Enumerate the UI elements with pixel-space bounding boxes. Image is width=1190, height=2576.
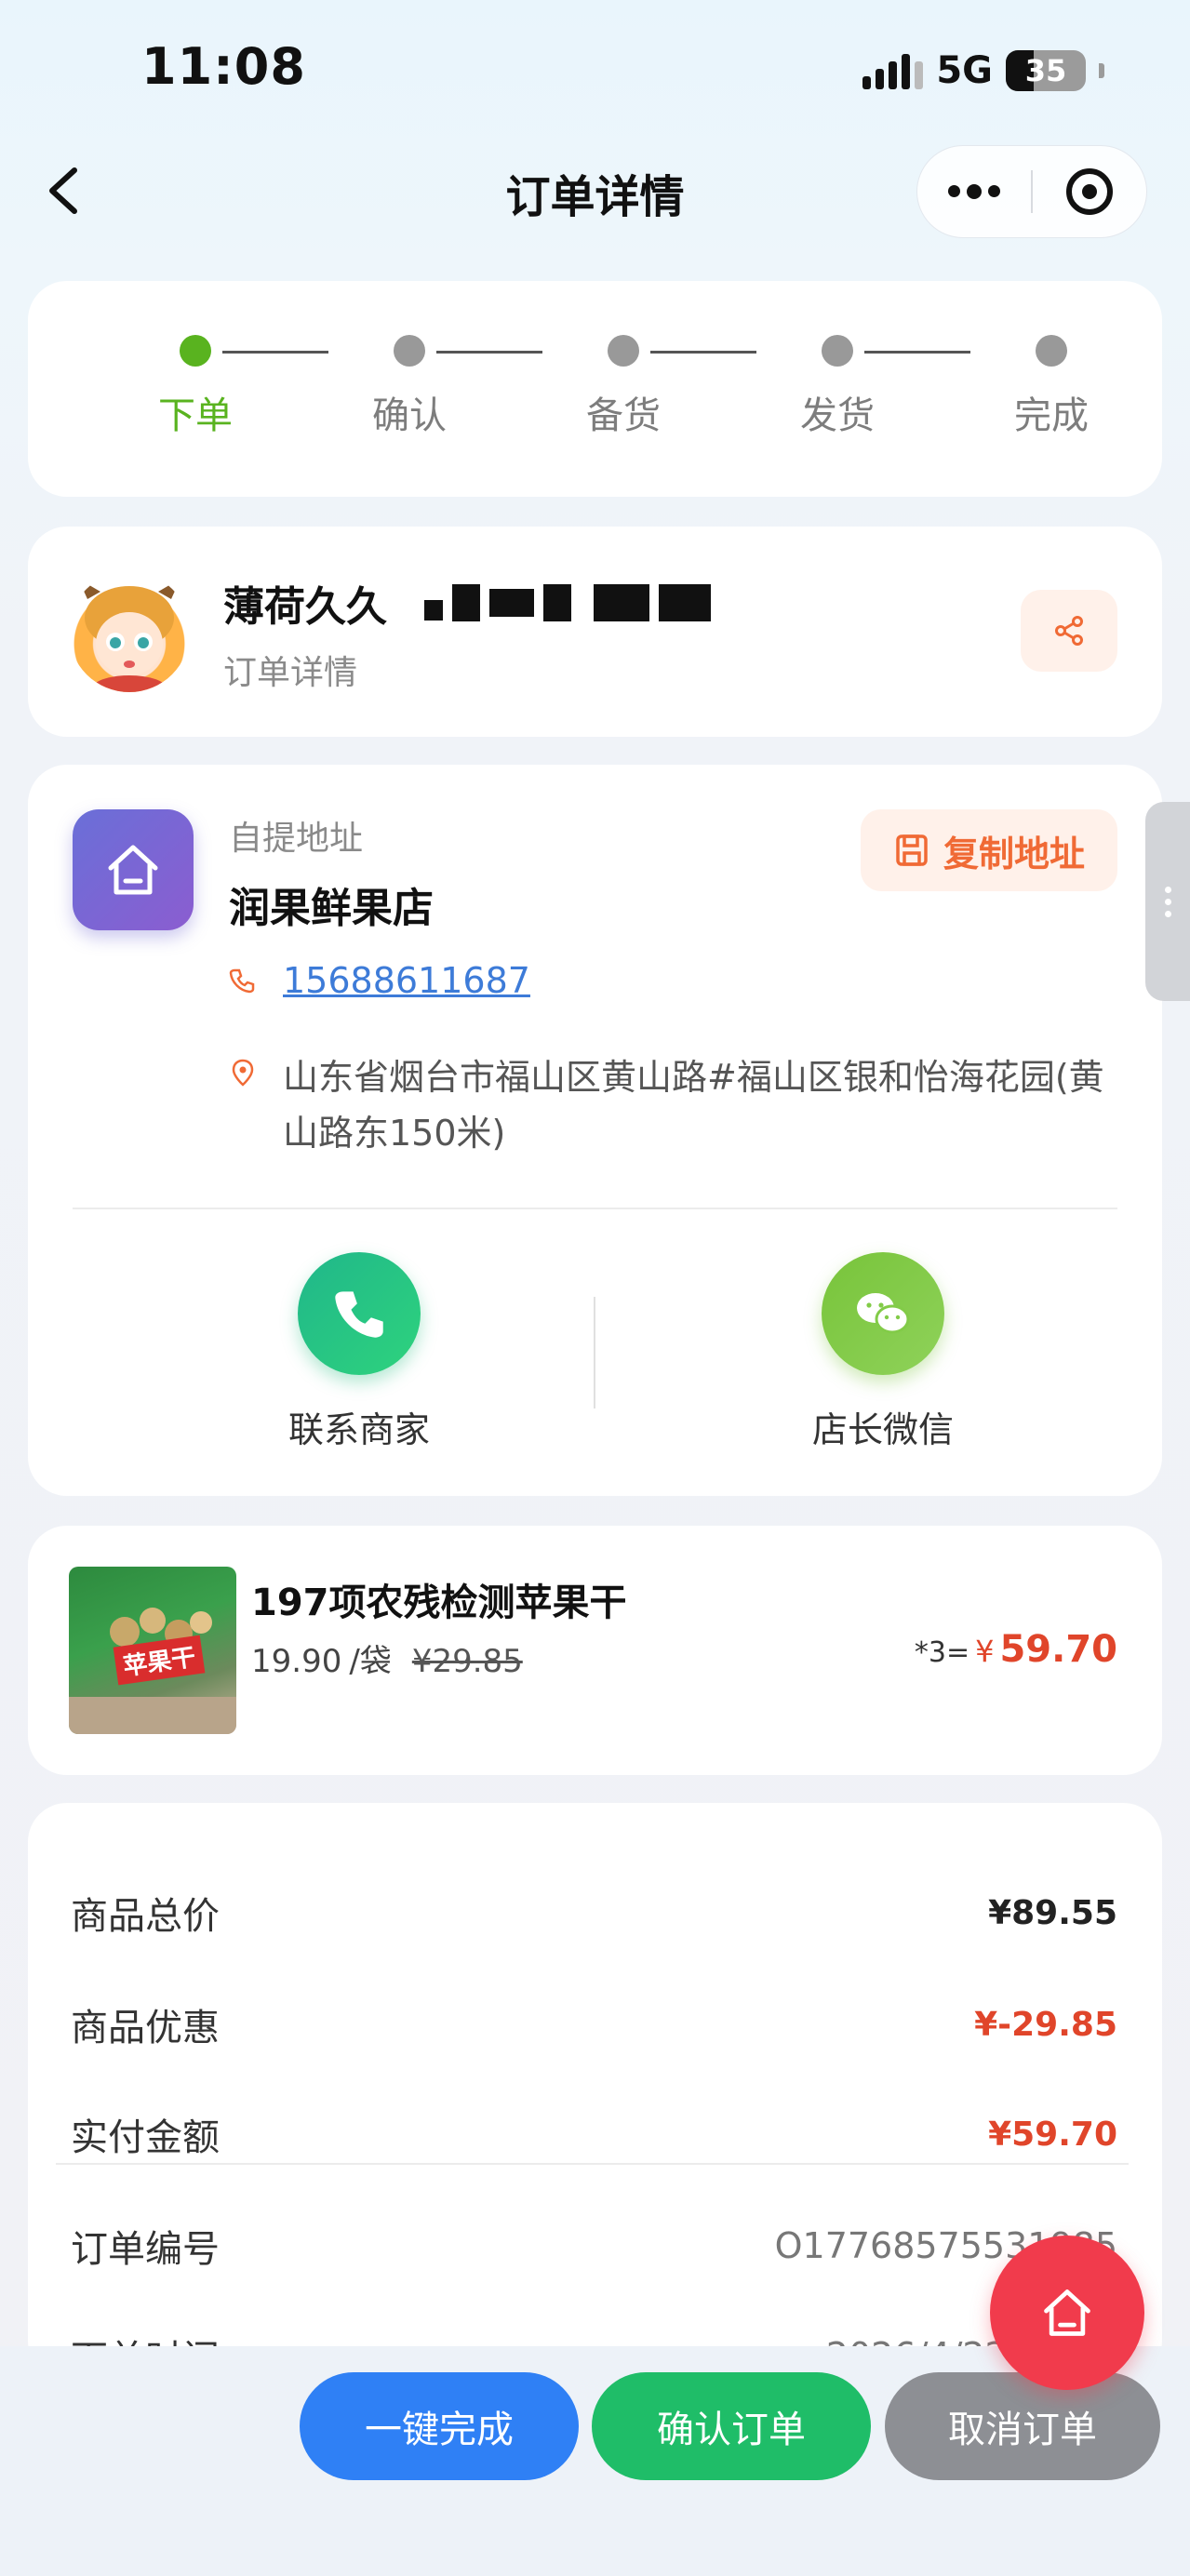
discount-row: 商品优惠 ¥-29.85 (71, 1996, 1117, 2052)
step-label: 发货 (800, 394, 875, 437)
order-progress-card: 下单 确认 备货 发货 完成 (28, 281, 1162, 497)
step-confirm: 确认 (354, 335, 465, 439)
order-progress: 下单 确认 备货 发货 完成 (28, 335, 1162, 456)
product-name: 197项农残检测苹果干 (251, 1582, 627, 1624)
avatar-illustration (78, 579, 181, 692)
step-order: 下单 (140, 335, 251, 439)
divider (73, 1208, 1117, 1209)
currency-symbol: ¥ (975, 1634, 995, 1669)
battery-cap (1099, 63, 1104, 78)
step-label: 备货 (586, 394, 661, 437)
step-dot (822, 335, 853, 367)
status-indicators: 5G 35 (862, 45, 1104, 97)
signal-icon (862, 52, 924, 89)
owner-wechat-circle (822, 1252, 944, 1375)
contact-merchant-button[interactable]: 联系商家 (220, 1252, 499, 1452)
user-name: 薄荷久久 (223, 583, 387, 631)
home-fab-button[interactable] (990, 2236, 1144, 2390)
product-card: 苹果干 197项农残检测苹果干 19.90 /袋 ¥29.85 *3= ¥ 59… (28, 1526, 1162, 1775)
home-icon (108, 845, 158, 895)
pickup-address-text: 山东省烟台市福山区黄山路#福山区银和怡海花园(黄山路东150米) (283, 1057, 1104, 1154)
original-price: ¥29.85 (411, 1643, 523, 1680)
battery-percent: 35 (1024, 53, 1067, 88)
mini-program-capsule (916, 145, 1147, 238)
step-dot (1036, 335, 1067, 367)
step-label: 下单 (158, 394, 233, 437)
target-icon (1066, 168, 1113, 215)
contact-merchant-label: 联系商家 (287, 1409, 430, 1450)
one-click-complete-button[interactable]: 一键完成 (300, 2372, 579, 2480)
phone-icon (229, 968, 255, 994)
location-pin-icon (232, 1059, 254, 1087)
store-name: 润果鲜果店 (229, 885, 434, 932)
confirm-order-button[interactable]: 确认订单 (592, 2372, 871, 2480)
owner-wechat-label: 店长微信 (811, 1409, 954, 1450)
more-button[interactable] (917, 146, 1031, 237)
order-no-label: 订单编号 (71, 2228, 220, 2271)
paid-row: 实付金额 ¥59.70 (71, 2106, 1117, 2162)
step-ship: 发货 (782, 335, 893, 439)
goods-total-label: 商品总价 (71, 1895, 220, 1938)
goods-total-value: ¥89.55 (988, 1893, 1117, 1932)
contact-separator (594, 1297, 595, 1408)
product-price: 19.90 /袋 ¥29.85 (251, 1635, 523, 1681)
divider (56, 2163, 1129, 2165)
avatar (69, 571, 190, 692)
discount-value: ¥-29.85 (974, 2005, 1117, 2044)
line-total: 59.70 (999, 1628, 1117, 1671)
phone-link[interactable]: 15688611687 (283, 960, 530, 1001)
quantity-multiplier: *3= (914, 1636, 970, 1669)
home-icon (1044, 2289, 1090, 2336)
store-icon (73, 809, 194, 930)
paid-value: ¥59.70 (988, 2115, 1117, 2154)
pickup-address-label: 自提地址 (229, 820, 364, 858)
contact-merchant-circle (298, 1252, 421, 1375)
side-drawer-handle[interactable] (1145, 802, 1190, 1001)
discount-label: 商品优惠 (71, 2007, 220, 2049)
unit-price: 19.90 (251, 1643, 342, 1680)
step-dot (394, 335, 425, 367)
status-time: 11:08 (141, 37, 306, 96)
redacted-text (424, 584, 711, 621)
owner-wechat-button[interactable]: 店长微信 (743, 1252, 1023, 1452)
copy-address-button[interactable]: 复制地址 (861, 809, 1117, 891)
wechat-icon (857, 1293, 910, 1334)
network-type: 5G (936, 49, 993, 92)
step-dot (608, 335, 639, 367)
goods-total-row: 商品总价 ¥89.55 (71, 1885, 1117, 1941)
pickup-address-card: 自提地址 润果鲜果店 复制地址 15688611687 山东省烟台市福山区黄山路… (28, 765, 1162, 1496)
phone-icon (335, 1291, 383, 1338)
order-no-row: 订单编号 O17768575531985 (71, 2218, 1117, 2274)
user-subtitle: 订单详情 (223, 654, 358, 692)
close-program-button[interactable] (1033, 146, 1146, 237)
more-icon (948, 183, 1000, 199)
product-total: *3= ¥ 59.70 (915, 1628, 1117, 1671)
step-label: 完成 (1014, 394, 1089, 437)
paid-label: 实付金额 (71, 2116, 220, 2159)
step-prepare: 备货 (568, 335, 679, 439)
user-card: 薄荷久久 订单详情 (28, 527, 1162, 737)
share-icon (1055, 616, 1083, 646)
save-icon (896, 834, 928, 866)
cancel-order-button[interactable]: 取消订单 (885, 2372, 1160, 2480)
step-dot (180, 335, 211, 367)
step-label: 确认 (372, 394, 447, 437)
share-button[interactable] (1021, 590, 1117, 672)
product-image[interactable]: 苹果干 (69, 1567, 236, 1734)
unit: /袋 (349, 1643, 392, 1680)
battery-icon: 35 (1006, 50, 1086, 91)
step-complete: 完成 (996, 335, 1107, 439)
copy-address-label: 复制地址 (943, 833, 1085, 874)
